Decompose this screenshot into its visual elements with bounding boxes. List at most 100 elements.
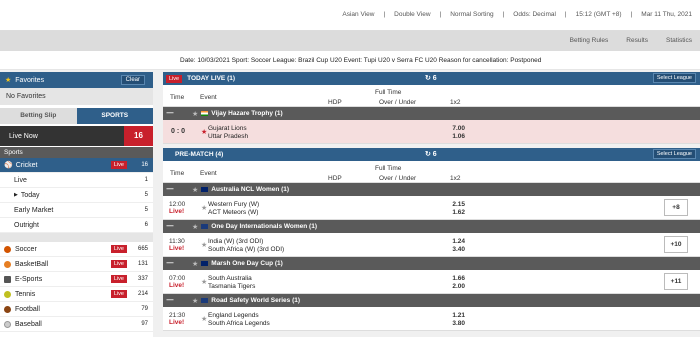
odds-home[interactable]: 1.24 <box>445 238 465 246</box>
odds-home[interactable]: 7.00 <box>445 125 465 133</box>
sidebar-item-esports[interactable]: E-Sports Live 337 <box>0 272 153 287</box>
gamepad-icon <box>4 275 11 283</box>
event-time: 12:00 <box>169 201 186 208</box>
tab-betting-slip[interactable]: Betting Slip <box>0 108 77 124</box>
sport-count: 214 <box>137 291 148 297</box>
more-markets-button[interactable]: +11 <box>664 273 688 290</box>
star-icon[interactable]: ★ <box>192 223 198 231</box>
select-league-button[interactable]: Select League <box>652 73 696 83</box>
sidebar-item-baseball[interactable]: Baseball 97 <box>0 317 153 332</box>
main-content: Live TODAY LIVE (1) ↻ 6 Select League Ti… <box>163 72 700 337</box>
sidebar-item-tennis[interactable]: Tennis Live 214 <box>0 287 153 302</box>
sidebar-subitem-early-market[interactable]: Early Market 5 <box>0 203 153 218</box>
more-markets-button[interactable]: +10 <box>664 236 688 253</box>
col-full-time: Full Time <box>375 165 402 172</box>
team-away: ACT Meteors (W) <box>208 209 259 216</box>
live-now-item[interactable]: Live Now 16 <box>0 126 153 146</box>
section-title: PRE-MATCH (4) <box>175 151 224 158</box>
league-name: Marsh One Day Cup (1) <box>211 260 283 267</box>
flag-icon <box>201 224 209 229</box>
more-markets-button[interactable]: +8 <box>664 199 688 216</box>
baseball-icon <box>4 320 11 328</box>
sidebar-item-basketball[interactable]: BasketBall Live 131 <box>0 257 153 272</box>
team-away: South Africa (W) (3rd ODI) <box>208 246 285 253</box>
league-row[interactable]: — ★ One Day Internationals Women (1) <box>163 220 700 233</box>
league-row[interactable]: — ★ Australia NCL Women (1) <box>163 183 700 196</box>
sport-count: 5 <box>144 192 148 198</box>
star-icon[interactable]: ★ <box>201 241 207 249</box>
sidebar-subitem-outright[interactable]: Outright 6 <box>0 218 153 233</box>
collapse-icon[interactable]: — <box>163 110 177 117</box>
team-away: South Africa Legends <box>208 320 270 327</box>
live-now-label: Live Now <box>9 132 38 140</box>
betting-rules-link[interactable]: Betting Rules <box>570 37 609 44</box>
chevron-right-icon: ▶ <box>14 192 18 198</box>
star-icon[interactable]: ★ <box>201 278 207 286</box>
star-icon[interactable]: ★ <box>192 110 198 118</box>
view-selector[interactable]: Asian View <box>342 11 374 18</box>
star-icon[interactable]: ★ <box>201 128 207 136</box>
clear-favorites-button[interactable]: Clear <box>120 75 145 85</box>
team-home: Western Fury (W) <box>208 201 260 208</box>
team-home: India (W) (3rd ODI) <box>208 238 264 245</box>
sidebar-item-cricket[interactable]: ⚾ Cricket Live 16 <box>0 158 153 173</box>
league-name: Vijay Hazare Trophy (1) <box>211 110 283 117</box>
odds-away[interactable]: 2.00 <box>445 283 465 291</box>
odds-away[interactable]: 3.80 <box>445 320 465 328</box>
statistics-link[interactable]: Statistics <box>666 37 692 44</box>
top-bar: Asian View | Double View | Normal Sorting |… <box>0 0 700 31</box>
odds-home[interactable]: 2.15 <box>445 201 465 209</box>
tab-sports[interactable]: SPORTS <box>76 108 153 124</box>
odds-away[interactable]: 1.06 <box>445 133 465 141</box>
event-time: 07:00 <box>169 275 186 282</box>
col-over-under: Over / Under <box>379 175 417 182</box>
team-away: Uttar Pradesh <box>208 133 249 140</box>
league-row[interactable]: — ★ Road Safety World Series (1) <box>163 294 700 307</box>
star-icon[interactable]: ★ <box>192 297 198 305</box>
sidebar-item-label: Soccer <box>15 245 37 253</box>
live-badge: Live <box>110 161 127 169</box>
flag-icon <box>201 187 209 192</box>
star-icon[interactable]: ★ <box>192 186 198 194</box>
col-time: Time <box>170 170 185 177</box>
sidebar-item-football[interactable]: Football 79 <box>0 302 153 317</box>
sidebar-item-soccer[interactable]: Soccer Live 665 <box>0 242 153 257</box>
league-name: Road Safety World Series (1) <box>211 297 301 304</box>
sidebar-item-label: Tennis <box>15 290 36 298</box>
sidebar-subitem-live[interactable]: Live 1 <box>0 173 153 188</box>
collapse-icon[interactable]: — <box>163 260 177 267</box>
league-name: One Day Internationals Women (1) <box>211 223 317 230</box>
odds-format-selector[interactable]: Odds: Decimal <box>513 11 556 18</box>
collapse-icon[interactable]: — <box>163 186 177 193</box>
sidebar-item-label: Early Market <box>14 206 54 214</box>
select-league-button[interactable]: Select League <box>652 149 696 159</box>
double-view-selector[interactable]: Double View <box>394 11 430 18</box>
odds-away[interactable]: 1.62 <box>445 209 465 217</box>
league-row[interactable]: — ★ Marsh One Day Cup (1) <box>163 257 700 270</box>
collapse-icon[interactable]: — <box>163 223 177 230</box>
star-icon[interactable]: ★ <box>192 260 198 268</box>
league-row[interactable]: — ★ Vijay Hazare Trophy (1) <box>163 107 700 120</box>
soccer-icon <box>4 245 11 253</box>
col-full-time: Full Time <box>375 89 402 96</box>
star-icon: ★ <box>5 77 12 84</box>
live-indicator: Live! <box>169 282 185 289</box>
odds-away[interactable]: 3.40 <box>445 246 465 254</box>
refresh-button[interactable]: ↻ 6 <box>425 150 437 158</box>
refresh-button[interactable]: ↻ 6 <box>425 74 437 82</box>
live-badge: Live <box>110 275 127 283</box>
date-display: Mar 11 Thu, 2021 <box>641 11 692 18</box>
team-away: Tasmania Tigers <box>208 283 256 290</box>
results-link[interactable]: Results <box>626 37 648 44</box>
odds-home[interactable]: 1.66 <box>445 275 465 283</box>
star-icon[interactable]: ★ <box>201 315 207 323</box>
col-1x2: 1x2 <box>450 175 461 182</box>
sidebar-subitem-today[interactable]: ▶ Today 5 <box>0 188 153 203</box>
collapse-icon[interactable]: — <box>163 297 177 304</box>
star-icon[interactable]: ★ <box>201 204 207 212</box>
sidebar-tabs: Betting Slip SPORTS <box>0 108 153 124</box>
odds-home[interactable]: 1.21 <box>445 312 465 320</box>
favorites-header[interactable]: ★ Favorites Clear <box>0 72 153 88</box>
team-home: South Australia <box>208 275 252 282</box>
sorting-selector[interactable]: Normal Sorting <box>450 11 493 18</box>
